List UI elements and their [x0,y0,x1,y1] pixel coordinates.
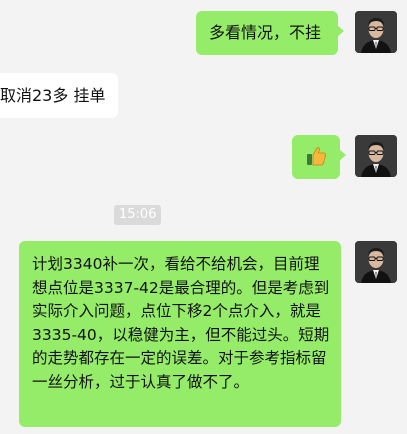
avatar[interactable] [355,135,397,177]
message-bubble-outgoing-emoji[interactable] [292,135,346,179]
avatar-image [355,11,397,53]
avatar[interactable] [355,241,397,283]
avatar-image [355,241,397,283]
message-bubble-incoming[interactable]: 取消23多 挂单 [0,73,118,118]
message-text: 计划3340补一次，看给不给机会，目前理想点位是3337-42是最合理的。但是考… [32,255,330,391]
avatar-image [355,135,397,177]
avatar[interactable] [355,11,397,53]
message-bubble-outgoing[interactable]: 多看情况，不挂 [196,11,344,55]
message-text: 取消23多 挂单 [0,85,106,105]
thumbs-up-icon [305,145,327,170]
timestamp: 15:06 [114,205,162,225]
message-text: 多看情况，不挂 [209,23,322,42]
message-bubble-outgoing-long[interactable]: 计划3340补一次，看给不给机会，目前理想点位是3337-42是最合理的。但是考… [19,241,341,427]
